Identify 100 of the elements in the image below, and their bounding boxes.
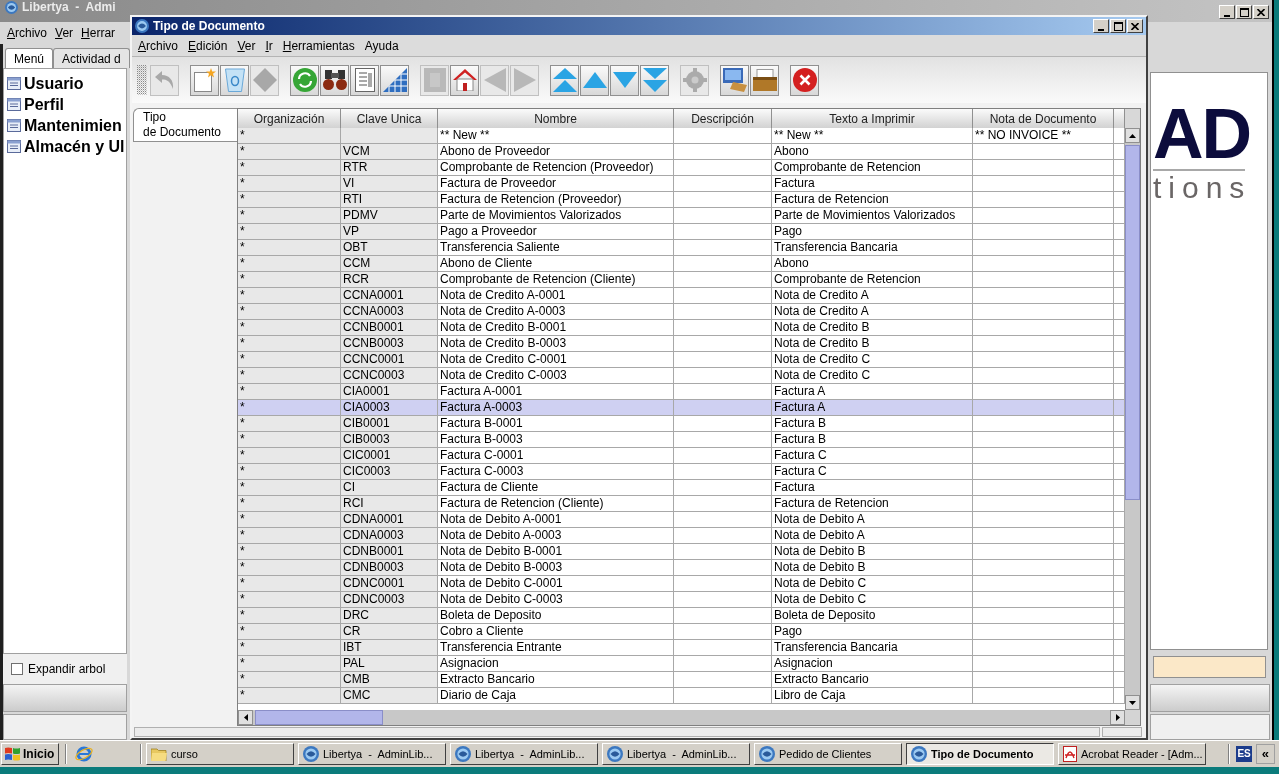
table-row[interactable]: * VCM Abono de Proveedor Abono [238, 144, 1125, 160]
table-row[interactable]: * RTR Comprobante de Retencion (Proveedor) Comprobante de Retencion [238, 160, 1125, 176]
table-row[interactable]: * CIB0003 Factura B-0003 Factura B [238, 432, 1125, 448]
input-field[interactable] [1153, 656, 1266, 678]
table-cell: DRC [341, 608, 438, 624]
menu-item[interactable]: Archivo [3, 24, 52, 42]
table-row[interactable]: * CCNC0001 Nota de Credito C-0001 Nota de Credito C [238, 352, 1125, 368]
table-row[interactable]: * CIA0001 Factura A-0001 Factura A [238, 384, 1125, 400]
menu-item[interactable]: Ir [260, 36, 278, 55]
table-row[interactable]: * RCR Comprobante de Retencion (Cliente) Comprobante de Retencion [238, 272, 1125, 288]
table-row[interactable]: * VI Factura de Proveedor Factura [238, 176, 1125, 192]
menu-item[interactable]: Edición [183, 36, 233, 55]
column-header[interactable]: Descripción [674, 109, 772, 128]
maximize-icon [1113, 21, 1123, 31]
table-row[interactable]: * CCNB0001 Nota de Credito B-0001 Nota de Credito B [238, 320, 1125, 336]
toolbar-button[interactable] [720, 64, 749, 96]
menu-item[interactable]: Herrar [77, 24, 120, 42]
table-row[interactable]: * CIC0001 Factura C-0001 Factura C [238, 448, 1125, 464]
toolbar-button[interactable] [350, 64, 379, 96]
table-row[interactable]: * PDMV Parte de Movimientos Valorizados Parte de Movimientos Valorizados [238, 208, 1125, 224]
table-row[interactable]: * CMB Extracto Bancario Extracto Bancario [238, 672, 1125, 688]
table-row[interactable]: * CDNA0001 Nota de Debito A-0001 Nota de Debito A [238, 512, 1125, 528]
column-header[interactable]: Texto a Imprimir [772, 109, 973, 128]
table-row[interactable]: * CDNC0001 Nota de Debito C-0001 Nota de Debito C [238, 576, 1125, 592]
table-cell: CIC0001 [341, 448, 438, 464]
table-row[interactable]: * CCNA0001 Nota de Credito A-0001 Nota de Credito A [238, 288, 1125, 304]
table-row[interactable]: * CIB0001 Factura B-0001 Factura B [238, 416, 1125, 432]
toolbar-button[interactable] [790, 64, 819, 96]
tab[interactable]: Menú [5, 48, 54, 68]
table-row[interactable]: * ** New ** ** New ** ** NO INVOICE ** [238, 128, 1125, 144]
table-row[interactable]: * CDNA0003 Nota de Debito A-0003 Nota de Debito A [238, 528, 1125, 544]
side-tab[interactable]: Tipo de Documento [133, 108, 237, 142]
scroll-arrow-button[interactable] [1125, 695, 1140, 710]
taskbar-button[interactable]: Tipo de Documento [906, 743, 1054, 765]
tree-item[interactable]: Perfil [24, 96, 64, 113]
taskbar-button[interactable]: Libertya - AdminLib... [298, 743, 446, 765]
column-header[interactable]: Organización [238, 109, 341, 128]
table-row[interactable]: * PAL Asignacion Asignacion [238, 656, 1125, 672]
table-row[interactable]: * CCNB0003 Nota de Credito B-0003 Nota de Credito B [238, 336, 1125, 352]
scrollbar-thumb[interactable] [1125, 145, 1140, 500]
vertical-scrollbar[interactable] [1125, 128, 1140, 710]
table-row[interactable]: * CDNB0001 Nota de Debito B-0001 Nota de Debito B [238, 544, 1125, 560]
table-row[interactable]: * CIC0003 Factura C-0003 Factura C [238, 464, 1125, 480]
table-row[interactable]: * RCI Factura de Retencion (Cliente) Factura de Retencion [238, 496, 1125, 512]
table-row[interactable]: * CCNC0003 Nota de Credito C-0003 Nota de Credito C [238, 368, 1125, 384]
close-button[interactable] [1127, 19, 1143, 33]
menu-item[interactable]: Ver [232, 36, 261, 55]
table-row[interactable]: * CI Factura de Cliente Factura [238, 480, 1125, 496]
orbit-logo-icon[interactable] [75, 745, 93, 763]
table-row[interactable]: * DRC Boleta de Deposito Boleta de Deposito [238, 608, 1125, 624]
language-indicator[interactable]: ES [1236, 746, 1252, 762]
table-row[interactable]: * IBT Transferencia Entrante Transferencia Bancaria [238, 640, 1125, 656]
table-row[interactable]: * CCNA0003 Nota de Credito A-0003 Nota de Credito A [238, 304, 1125, 320]
monitor-icon [722, 68, 747, 92]
taskbar-button[interactable]: curso [146, 743, 294, 765]
toolbar-button[interactable] [750, 64, 779, 96]
maximize-button[interactable] [1236, 5, 1252, 19]
minimize-button[interactable] [1219, 5, 1235, 19]
scrollbar-thumb[interactable] [255, 710, 383, 725]
table-row[interactable]: * VP Pago a Proveedor Pago [238, 224, 1125, 240]
box-icon [752, 69, 777, 91]
minimize-button[interactable] [1093, 19, 1109, 33]
taskbar-button[interactable]: Libertya - AdminLib... [602, 743, 750, 765]
column-header[interactable]: Nombre [438, 109, 674, 128]
table-cell: CCNB0001 [341, 320, 438, 336]
show-more-button[interactable]: « [1255, 744, 1275, 764]
toolbar-button[interactable] [450, 64, 479, 96]
close-button[interactable] [1253, 5, 1269, 19]
scroll-arrow-button[interactable] [238, 710, 253, 725]
tree-item[interactable]: Mantenimien [24, 117, 122, 134]
maximize-button[interactable] [1110, 19, 1126, 33]
tree-item[interactable]: Almacén y Ul [24, 138, 125, 155]
table-row[interactable]: * CIA0003 Factura A-0003 Factura A [238, 400, 1125, 416]
menu-item[interactable]: Herramientas [277, 36, 360, 55]
table-row[interactable]: * CCM Abono de Cliente Abono [238, 256, 1125, 272]
toolbar-button[interactable] [320, 64, 349, 96]
checkbox[interactable] [11, 663, 23, 675]
table-row[interactable]: * CDNB0003 Nota de Debito B-0003 Nota de Debito B [238, 560, 1125, 576]
table-row[interactable]: * CDNC0003 Nota de Debito C-0003 Nota de Debito C [238, 592, 1125, 608]
scroll-arrow-button[interactable] [1110, 710, 1125, 725]
column-header[interactable]: Nota de Documento [973, 109, 1114, 128]
scroll-arrow-button[interactable] [1125, 128, 1140, 143]
menu-item[interactable]: Ayuda [359, 36, 404, 55]
taskbar-button[interactable]: Acrobat Reader - [Adm... [1058, 743, 1206, 765]
table-cell: RTR [341, 160, 438, 176]
table-row[interactable]: * OBT Transferencia Saliente Transferencia Bancaria [238, 240, 1125, 256]
menu-item[interactable]: Ver [51, 24, 78, 42]
column-header[interactable]: Clave Unica [341, 109, 438, 128]
taskbar-button[interactable]: Pedido de Clientes [754, 743, 902, 765]
taskbar-button[interactable]: Libertya - AdminLib... [450, 743, 598, 765]
menu-item[interactable]: Archivo [133, 36, 184, 55]
tree-item[interactable]: Usuario [24, 75, 84, 92]
tab[interactable]: Actividad d [53, 48, 130, 68]
table-cell: * [238, 528, 341, 544]
table-row[interactable]: * CR Cobro a Cliente Pago [238, 624, 1125, 640]
table-row[interactable]: * RTI Factura de Retencion (Proveedor) Factura de Retencion [238, 192, 1125, 208]
horizontal-scrollbar[interactable] [238, 710, 1125, 725]
grip-icon[interactable] [137, 65, 147, 95]
start-button[interactable]: Inicio [1, 743, 59, 765]
table-row[interactable]: * CMC Diario de Caja Libro de Caja [238, 688, 1125, 704]
